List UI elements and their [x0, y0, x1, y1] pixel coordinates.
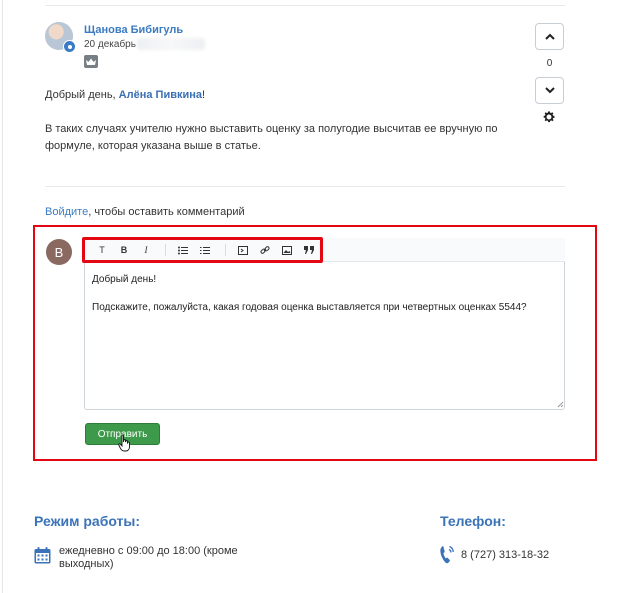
downvote-button[interactable]	[535, 77, 564, 104]
comment-greeting: Добрый день, Алёна Пивкина!	[45, 89, 206, 101]
upvote-button[interactable]	[535, 23, 564, 50]
phone-icon	[440, 545, 454, 564]
hand-cursor-icon	[118, 434, 130, 452]
divider	[45, 186, 565, 187]
comment-editor[interactable]	[84, 238, 565, 410]
mentioned-user[interactable]: Алёна Пивкина	[119, 89, 202, 101]
editor-text-line[interactable]: Подскажите, пожалуйста, какая годовая оц…	[92, 302, 527, 313]
calendar-icon	[34, 547, 51, 564]
working-hours-title: Режим работы:	[34, 513, 141, 529]
user-badge-icon	[63, 40, 76, 53]
comment-body: В таких случаях учителю нужно выставить …	[45, 123, 498, 152]
login-prompt: Войдите, чтобы оставить комментарий	[45, 206, 245, 218]
working-hours-text: ежедневно с 09:00 до 18:00 (кроме выходн…	[59, 545, 238, 570]
chevron-up-icon	[544, 33, 555, 40]
phone-number[interactable]: 8 (727) 313-18-32	[461, 549, 549, 561]
current-user-avatar: В	[46, 239, 72, 265]
page-left-border	[2, 0, 3, 593]
toolbar-highlight-frame	[82, 237, 323, 263]
comment-date: 20 декабрь	[84, 39, 136, 50]
editor-text-line[interactable]: Добрый день!	[92, 274, 156, 285]
resize-handle-icon[interactable]	[556, 400, 564, 408]
blurred-time	[137, 38, 205, 50]
crown-icon	[84, 55, 98, 68]
chevron-down-icon	[544, 87, 555, 94]
divider	[45, 5, 565, 6]
vote-count: 0	[546, 58, 553, 69]
login-link[interactable]: Войдите	[45, 206, 88, 218]
author-name[interactable]: Щанова Бибигуль	[84, 24, 183, 36]
phone-title: Телефон:	[440, 513, 506, 529]
gear-icon[interactable]	[542, 110, 556, 124]
